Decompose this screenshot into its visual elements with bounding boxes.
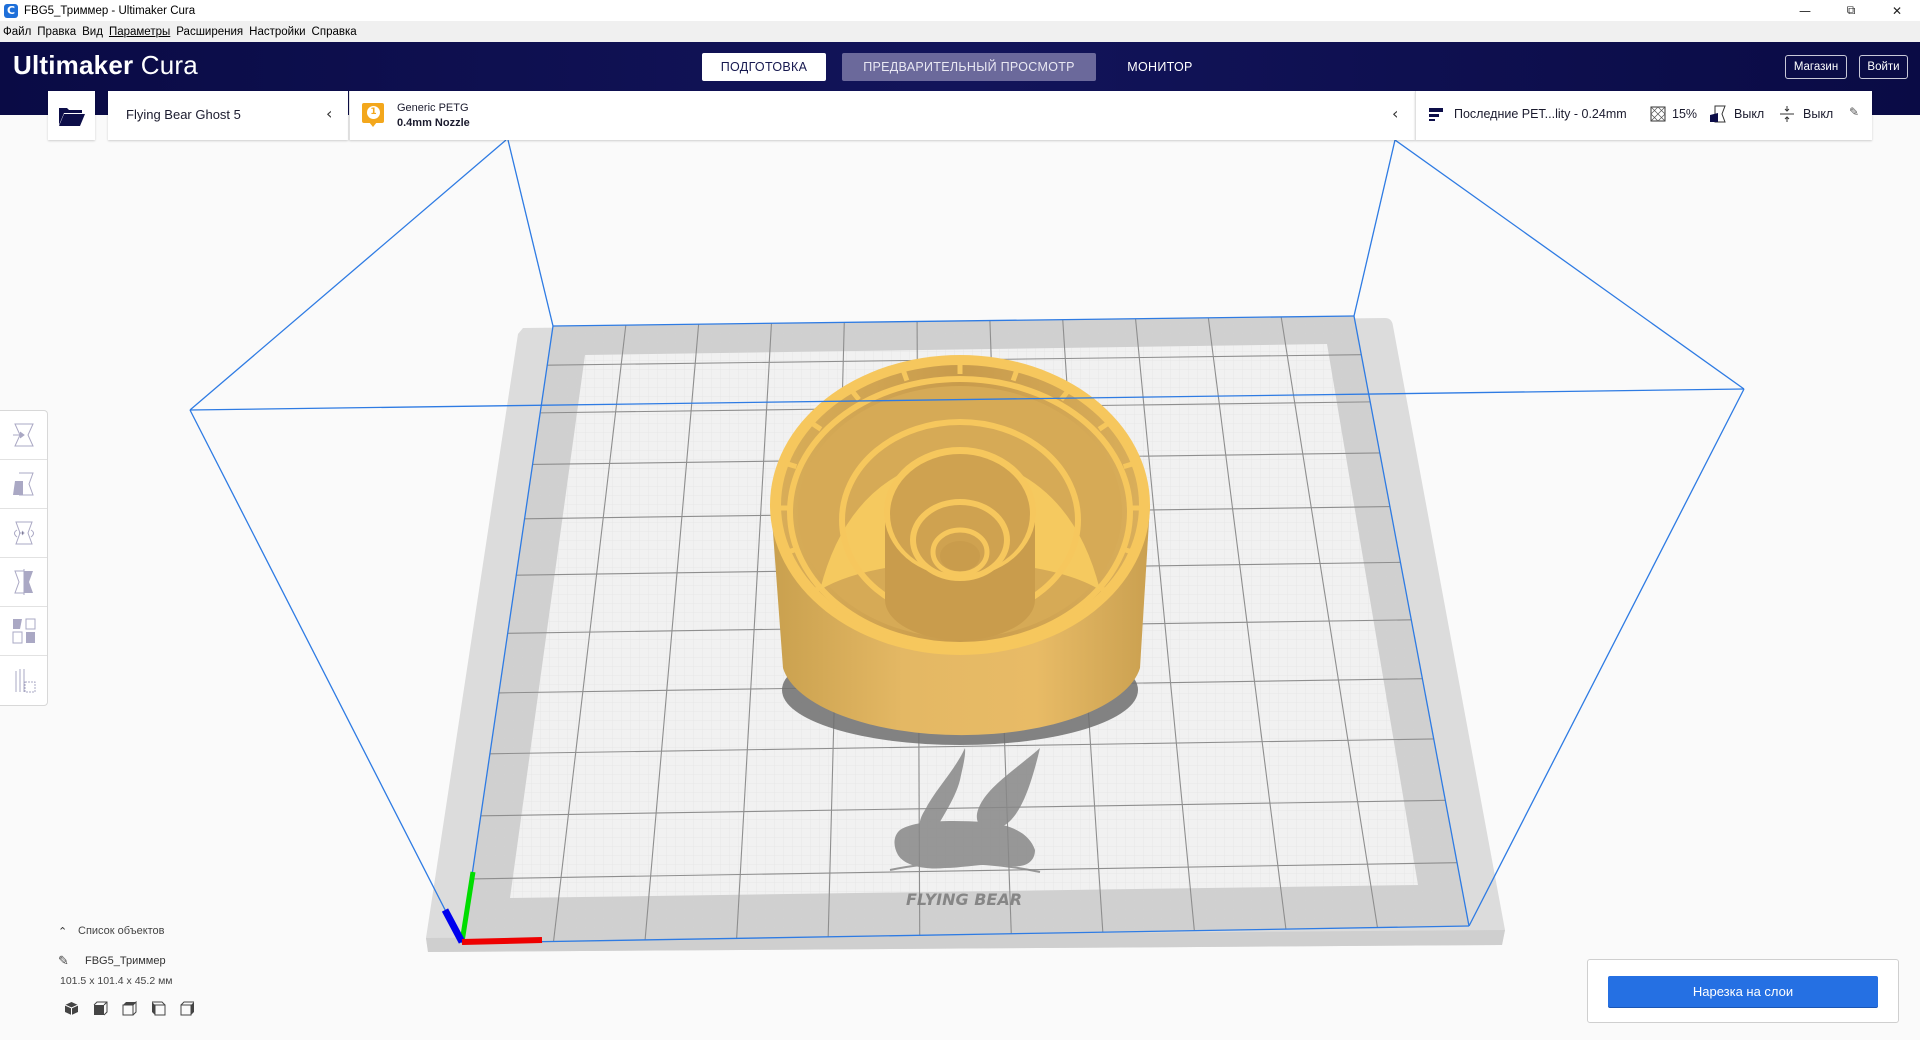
tab-prepare[interactable]: ПОДГОТОВКА (702, 53, 826, 81)
model-rib (1122, 460, 1136, 469)
folder-icon (58, 107, 85, 126)
menu-file[interactable]: Файл (3, 26, 31, 38)
model-rib (1010, 634, 1020, 647)
object-dimensions: 101.5 x 101.4 x 45.2 мм (60, 975, 173, 987)
menu-settings[interactable]: Параметры (109, 26, 170, 38)
logo-light: Cura (133, 50, 198, 80)
view-3d-icon[interactable] (64, 1001, 79, 1016)
support-blocker-button[interactable] (0, 656, 47, 705)
menu-edit[interactable]: Правка (37, 26, 76, 38)
chevron-left-icon: ‹ (326, 104, 333, 123)
object-list-item[interactable]: ✎ FBG5_Триммер (58, 952, 318, 970)
chevron-up-icon: ⌃ (58, 924, 68, 938)
material-name: Generic PETG (397, 102, 469, 114)
model-rib (1122, 547, 1136, 556)
view-front-icon[interactable] (93, 1001, 108, 1016)
logo-bold: Ultimaker (13, 50, 134, 80)
scale-tool-button[interactable] (0, 460, 47, 509)
window-titlebar: C FBG5_Триммер - Ultimaker Cura — ⧉ ✕ (0, 0, 1920, 21)
object-name: FBG5_Триммер (85, 955, 166, 967)
model-rib (784, 547, 798, 556)
slice-panel: Нарезка на слои (1587, 959, 1899, 1023)
object-list-toggle[interactable]: ⌃ Список объектов (58, 922, 318, 940)
3d-viewport[interactable]: FLYING BEAR (0, 140, 1920, 1040)
close-icon: ✕ (1891, 3, 1903, 18)
tab-preview[interactable]: ПРЕДВАРИТЕЛЬНЫЙ ПРОСМОТР (842, 53, 1096, 81)
tool-panel (0, 410, 48, 706)
minimize-icon: — (1799, 3, 1811, 18)
restore-button[interactable]: ⧉ (1828, 0, 1874, 21)
infill-icon (1650, 106, 1666, 122)
mirror-icon (13, 569, 33, 595)
view-top-icon[interactable] (122, 1001, 137, 1016)
extruder-material-selector[interactable]: 1 Generic PETG 0.4mm Nozzle ‹ (349, 91, 1415, 140)
view-orientation-buttons (64, 1001, 318, 1016)
printer-selector[interactable]: Flying Bear Ghost 5 ‹ (108, 91, 348, 140)
close-button[interactable]: ✕ (1874, 0, 1920, 21)
support-blocker-icon (15, 668, 35, 692)
object-list-panel: ⌃ Список объектов ✎ FBG5_Триммер 101.5 x… (58, 922, 318, 1016)
signin-button[interactable]: Войти (1859, 55, 1908, 79)
support-value: Выкл (1734, 107, 1765, 121)
chevron-left-icon: ‹ (1392, 104, 1399, 123)
menu-bar: Файл Правка Вид Параметры Расширения Нас… (0, 21, 1920, 42)
move-icon (12, 423, 34, 447)
minimize-button[interactable]: — (1782, 0, 1828, 21)
pencil-icon: ✎ (1849, 105, 1860, 119)
scale-icon (12, 472, 34, 496)
app-logo: Ultimaker Cura (13, 50, 198, 81)
profile-icon (1429, 108, 1443, 121)
slice-button[interactable]: Нарезка на слои (1608, 976, 1878, 1007)
bed-brand-text: FLYING BEAR (906, 890, 1022, 909)
open-file-button[interactable] (48, 91, 95, 140)
profile-name: Последние PET...lity - 0.24mm (1454, 107, 1627, 121)
menu-extensions[interactable]: Расширения (176, 26, 243, 38)
move-tool-button[interactable] (0, 411, 47, 460)
print-settings-selector[interactable]: Последние PET...lity - 0.24mm 15% Выкл В… (1415, 91, 1872, 140)
menu-view[interactable]: Вид (82, 26, 103, 38)
rotate-icon (13, 521, 34, 545)
object-list-header: Список объектов (78, 925, 165, 937)
marketplace-button[interactable]: Магазин (1785, 55, 1847, 79)
axis-x (461, 937, 543, 945)
view-left-icon[interactable] (151, 1001, 166, 1016)
model-rib (784, 460, 798, 469)
pencil-icon: ✎ (58, 953, 69, 969)
infill-value: 15% (1672, 107, 1698, 121)
nozzle-size: 0.4mm Nozzle (397, 117, 470, 129)
tab-monitor[interactable]: МОНИТОР (1100, 53, 1220, 81)
printer-name: Flying Bear Ghost 5 (126, 107, 241, 122)
window-title: FBG5_Триммер - Ultimaker Cura (24, 4, 196, 17)
extruder-badge: 1 (362, 103, 384, 127)
model-rib (1010, 369, 1020, 382)
per-model-settings-button[interactable] (0, 607, 47, 656)
view-right-icon[interactable] (180, 1001, 195, 1016)
cura-icon: C (4, 3, 18, 18)
menu-help[interactable]: Справка (312, 26, 357, 38)
adhesion-value: Выкл (1803, 107, 1834, 121)
menu-preferences[interactable]: Настройки (249, 26, 305, 38)
per-model-settings-icon (12, 618, 35, 644)
model-fbg5-trimmer[interactable] (770, 355, 1150, 736)
model-rib (900, 634, 910, 647)
adhesion-icon (1780, 106, 1794, 122)
mirror-tool-button[interactable] (0, 558, 47, 607)
restore-icon: ⧉ (1846, 3, 1856, 17)
model-rib (900, 369, 910, 382)
extruder-number: 1 (367, 106, 380, 119)
rotate-tool-button[interactable] (0, 509, 47, 558)
support-icon (1710, 105, 1726, 123)
